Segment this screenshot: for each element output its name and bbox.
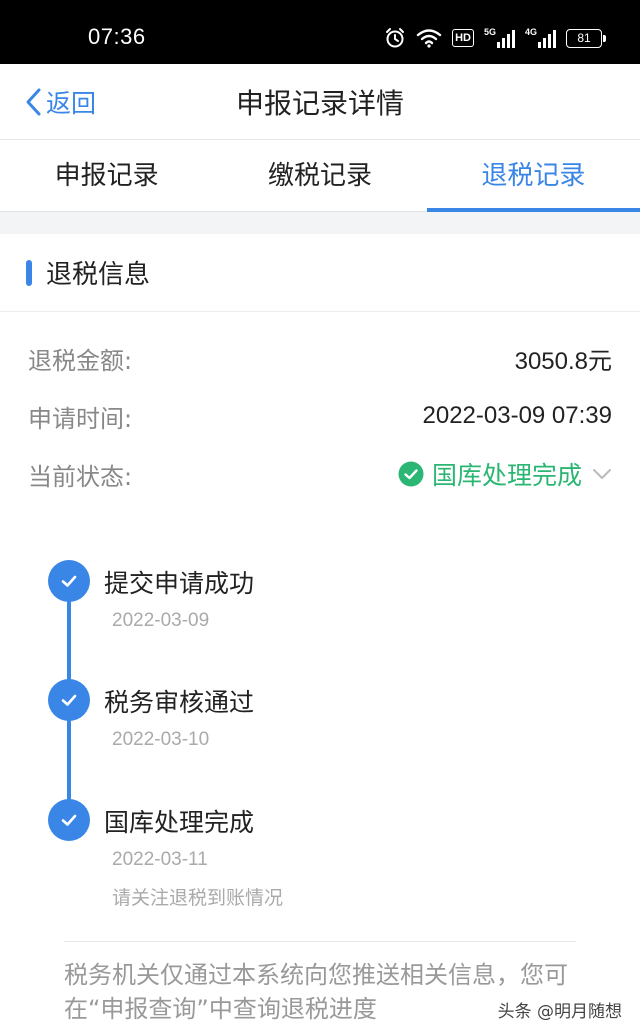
- current-status-row: 当前状态: 国库处理完成: [28, 454, 612, 494]
- signal-4g: 4G: [525, 28, 556, 48]
- hd-badge: HD: [452, 29, 474, 47]
- battery-icon: 81: [566, 28, 606, 48]
- check-icon: [61, 814, 77, 826]
- step-title: 国库处理完成: [104, 808, 255, 837]
- signal-5g: 5G: [484, 28, 515, 48]
- status-time: 07:36: [88, 24, 146, 49]
- step-dot: [48, 560, 90, 602]
- apply-time-value: 2022-03-09 07:39: [422, 402, 613, 429]
- tab-refund-records[interactable]: 退税记录: [426, 140, 640, 212]
- refund-amount-label: 退税金额:: [28, 346, 133, 375]
- section-accent-bar: [26, 259, 32, 286]
- current-status-value: 国库处理完成: [431, 461, 582, 490]
- net-5g-label: 5G: [483, 27, 496, 37]
- section-header: 退税信息: [0, 234, 640, 312]
- net-4g-label: 4G: [524, 27, 537, 37]
- apply-time-label: 申请时间:: [28, 404, 133, 433]
- tab-bar: 申报记录 缴税记录 退税记录: [0, 140, 640, 212]
- tab-payment-records[interactable]: 缴税记录: [213, 140, 426, 211]
- signal-icon: [538, 30, 556, 48]
- status-bar: 07:36 HD 5G 4G 81: [0, 0, 640, 64]
- refund-amount-value: 3050.8元: [514, 347, 612, 375]
- check-icon: [61, 694, 77, 706]
- step-date: 2022-03-09: [112, 610, 210, 631]
- section-title: 退税信息: [46, 260, 151, 290]
- current-status-label: 当前状态:: [28, 462, 133, 491]
- status-dropdown[interactable]: 国库处理完成: [398, 456, 612, 492]
- tab-declaration-records[interactable]: 申报记录: [0, 140, 213, 211]
- refund-info-card: 退税信息 退税金额: 3050.8元 申请时间: 2022-03-09 07:3…: [0, 234, 640, 1036]
- step-date: 2022-03-11: [112, 849, 208, 870]
- check-circle-icon: [398, 461, 424, 487]
- divider: [64, 941, 576, 942]
- step-title: 提交申请成功: [104, 569, 255, 598]
- step-date: 2022-03-10: [112, 729, 210, 750]
- battery-level: 81: [577, 31, 591, 45]
- step-note: 请关注退税到账情况: [112, 887, 284, 909]
- step-dot: [48, 679, 90, 721]
- check-icon: [61, 575, 77, 587]
- step-title: 税务审核通过: [104, 688, 255, 717]
- wifi-icon: [416, 29, 442, 48]
- signal-icon: [496, 30, 515, 48]
- step-dot: [48, 799, 90, 841]
- refund-amount-row: 退税金额: 3050.8元: [28, 338, 612, 378]
- nav-bar: 返回 申报记录详情: [0, 64, 640, 140]
- page-title: 申报记录详情: [235, 87, 404, 120]
- status-icons: HD 5G 4G 81: [384, 26, 606, 50]
- alarm-icon: [386, 28, 405, 48]
- apply-time-row: 申请时间: 2022-03-09 07:39: [28, 396, 612, 436]
- chevron-down-icon: [593, 469, 611, 479]
- watermark: 头条 @明月随想: [493, 995, 626, 1024]
